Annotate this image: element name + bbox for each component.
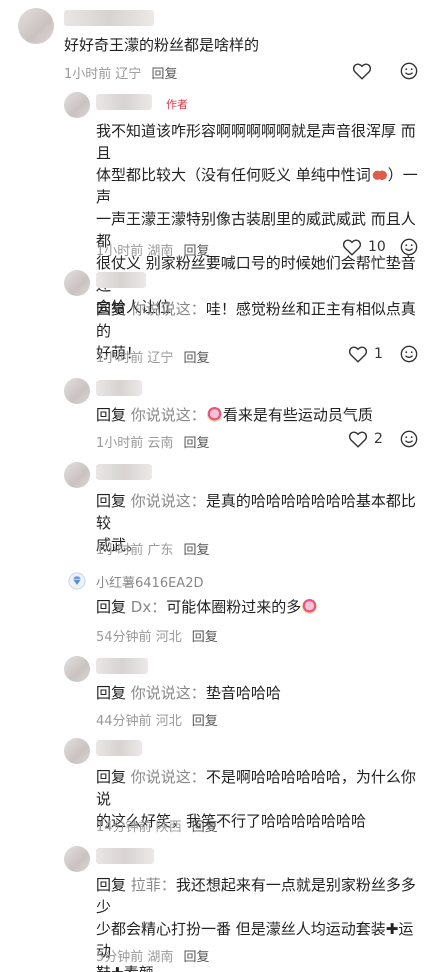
comment-meta: 14分钟前 陕西 回复: [96, 820, 218, 835]
username-blurred[interactable]: [96, 380, 142, 396]
username-blurred[interactable]: [96, 740, 142, 756]
avatar[interactable]: [64, 270, 90, 296]
username-blurred[interactable]: [96, 658, 148, 674]
avatar[interactable]: [64, 378, 90, 404]
comment-text: 回复 你说说这： 看来是有些运动员气质: [96, 406, 373, 424]
comment-6: 小红薯6416EA2D 回复 Dx：可能体圈粉过来的多 54分钟前 河北 回复: [0, 566, 440, 648]
avatar[interactable]: [64, 92, 90, 118]
smile-face-icon: [400, 62, 418, 80]
comment-8: 回复 你说说这：不是啊哈哈哈哈哈哈，为什么你说 的这么好笑，我笑不行了哈哈哈哈哈…: [0, 738, 440, 842]
username-blurred[interactable]: [96, 464, 152, 480]
author-tag: 作者: [166, 98, 188, 111]
comment-4: 回复 你说说这： 看来是有些运动员气质 1小时前 云南 回复 2: [0, 374, 440, 458]
comment-1: 好好奇王濛的粉丝都是啥样的 1小时前 辽宁 回复: [0, 0, 440, 90]
comment-meta: 1小时前 云南 回复: [96, 436, 210, 451]
comment-9: 回复 拉菲：我还想起来有一点就是别家粉丝多多少 少都会精心打扮一番 但是濛丝人均…: [0, 846, 440, 972]
like-button[interactable]: [352, 62, 372, 80]
reply-button[interactable]: 回复: [192, 630, 218, 645]
smile-face-icon: [400, 430, 418, 448]
comment-meta: 54分钟前 河北 回复: [96, 630, 218, 645]
username-blurred[interactable]: [96, 272, 146, 288]
username-blurred[interactable]: [96, 848, 154, 864]
comment-text: 回复 Dx：可能体圈粉过来的多: [96, 596, 426, 618]
like-count: 2: [374, 431, 383, 447]
comment-meta: 1小时前 广东 回复: [96, 543, 210, 558]
reply-button[interactable]: 回复: [192, 714, 218, 729]
comment-7: 回复 你说说这：垫音哈哈哈 44分钟前 河北 回复: [0, 654, 440, 734]
heart-outline-icon: [352, 62, 372, 80]
comment-meta: 44分钟前 河北 回复: [96, 714, 218, 729]
comment-meta: 5分钟前 湖南 回复: [96, 950, 210, 965]
like-button[interactable]: 2: [348, 430, 383, 448]
heart-outline-icon: [342, 238, 362, 256]
username[interactable]: 小红薯6416EA2D: [96, 572, 203, 591]
comment-text: 好好奇王濛的粉丝都是啥样的: [64, 36, 260, 54]
reply-button[interactable]: 回复: [183, 244, 209, 259]
like-count: 10: [368, 239, 386, 255]
emoji-reply-button[interactable]: [400, 345, 418, 367]
reply-button[interactable]: 回复: [192, 820, 218, 835]
heart-outline-icon: [348, 430, 368, 448]
username-blurred[interactable]: [96, 94, 152, 110]
like-button[interactable]: 10: [342, 238, 386, 256]
comment-meta: 1小时前 辽宁 回复: [64, 67, 178, 82]
smile-face-icon: [400, 238, 418, 256]
comment-meta: 1小时前 辽宁 回复: [96, 351, 210, 366]
emoji-reply-button[interactable]: [400, 430, 418, 452]
comment-2: 作者 我不知道该咋形容啊啊啊啊啊就是声音很浑厚 而且 体型都比较大（没有任何贬义…: [0, 86, 440, 316]
peach-emoji-icon: [371, 167, 387, 182]
avatar[interactable]: [18, 8, 54, 44]
avatar[interactable]: [64, 656, 90, 682]
avatar[interactable]: [64, 462, 90, 488]
reply-button[interactable]: 回复: [183, 436, 209, 451]
diamond-badge-icon: [68, 572, 86, 590]
avatar[interactable]: [64, 846, 90, 872]
username-blurred[interactable]: [64, 10, 154, 26]
clown-emoji-icon: [206, 407, 222, 422]
emoji-reply-button[interactable]: [400, 62, 418, 84]
reply-button[interactable]: 回复: [183, 543, 209, 558]
comment-text: 回复 你说说这：垫音哈哈哈: [96, 684, 281, 702]
reply-button[interactable]: 回复: [183, 950, 209, 965]
reply-button[interactable]: 回复: [151, 67, 177, 82]
avatar[interactable]: [64, 738, 90, 764]
clown-emoji-icon: [302, 599, 318, 614]
comment-meta: 1小时前 湖南 回复: [96, 244, 210, 259]
like-count: 1: [374, 346, 383, 362]
reply-button[interactable]: 回复: [183, 351, 209, 366]
emoji-reply-button[interactable]: [400, 238, 418, 260]
comment-3: 回复 你说说这：哇！感觉粉丝和正主有相似点真的 好萌！ 1小时前 辽宁 回复 1: [0, 266, 440, 372]
like-button[interactable]: 1: [348, 345, 383, 363]
heart-outline-icon: [348, 345, 368, 363]
comment-5: 回复 你说说这：是真的哈哈哈哈哈哈哈基本都比较 威武。 1小时前 广东 回复: [0, 460, 440, 564]
smile-face-icon: [400, 345, 418, 363]
